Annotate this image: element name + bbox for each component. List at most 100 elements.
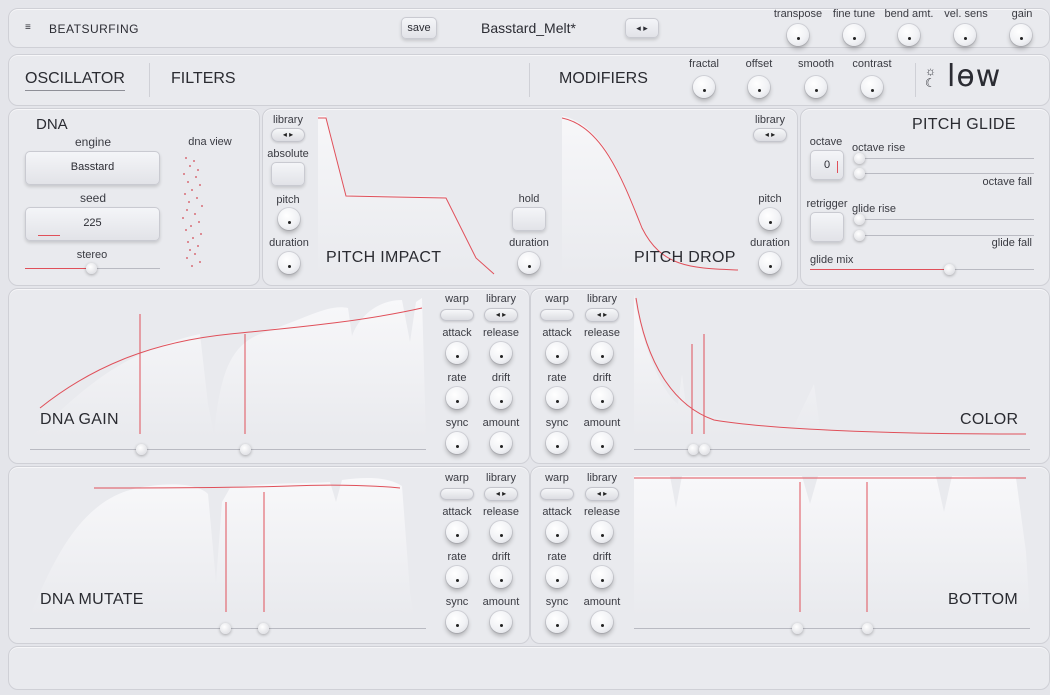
pitch-drop-pitch-label: pitch <box>758 193 782 205</box>
drift-label: drift <box>491 551 511 563</box>
pitch-impact-title: PITCH IMPACT <box>326 249 442 266</box>
color-range-start[interactable] <box>688 444 699 455</box>
hold-duration-knob[interactable] <box>518 252 540 274</box>
pitch-drop-library-arrows[interactable]: ◂ ▸ <box>753 128 787 142</box>
glide-mix-handle[interactable] <box>944 264 955 275</box>
octave-rise-handle[interactable] <box>854 153 865 164</box>
dna-gain-range-end[interactable] <box>240 444 251 455</box>
pitch-impact-duration-knob[interactable] <box>278 252 300 274</box>
dna-gain-drift-knob[interactable] <box>490 387 512 409</box>
color-attack-knob[interactable] <box>546 342 568 364</box>
octave-label: octave <box>809 136 843 148</box>
dna-mutate-rate-knob[interactable] <box>446 566 468 588</box>
bottom-amount-knob[interactable] <box>591 611 613 633</box>
dna-view-display <box>182 157 203 267</box>
preset-nav-button[interactable]: ◂ ▸ <box>625 18 659 38</box>
rate-label: rate <box>447 551 467 563</box>
bottom-range-start[interactable] <box>792 623 803 634</box>
seed-field[interactable]: 225 <box>25 207 160 241</box>
tab-oscillator[interactable]: OSCILLATOR <box>25 70 125 91</box>
bottom-sync-knob[interactable] <box>546 611 568 633</box>
color-release-knob[interactable] <box>591 342 613 364</box>
dna-mutate-release-knob[interactable] <box>490 521 512 543</box>
fractal-knob[interactable] <box>693 76 715 98</box>
pitch-drop-pitch-knob[interactable] <box>759 208 781 230</box>
glide-rise-handle[interactable] <box>854 214 865 225</box>
pitch-drop-duration-knob[interactable] <box>759 252 781 274</box>
color-drift-knob[interactable] <box>591 387 613 409</box>
bottom-warp-toggle[interactable] <box>540 488 574 500</box>
octave-stepper[interactable]: 0 <box>810 150 844 180</box>
absolute-toggle[interactable] <box>271 162 305 186</box>
tab-filters[interactable]: FILTERS <box>171 70 236 88</box>
hold-label: hold <box>518 193 540 205</box>
dna-mutate-drift-knob[interactable] <box>490 566 512 588</box>
pitch-impact-pitch-knob[interactable] <box>278 208 300 230</box>
hold-toggle[interactable] <box>512 207 546 231</box>
save-button[interactable]: save <box>401 17 437 39</box>
dna-gain-rate-knob[interactable] <box>446 387 468 409</box>
amount-label: amount <box>583 417 621 429</box>
transpose-label: transpose <box>773 8 823 20</box>
hamburger-icon[interactable]: ≡ <box>25 22 31 33</box>
dna-mutate-amount-knob[interactable] <box>490 611 512 633</box>
drift-label: drift <box>491 372 511 384</box>
dna-gain-library-arrows[interactable]: ◂ ▸ <box>484 308 518 322</box>
bend-amt-knob[interactable] <box>898 24 920 46</box>
dna-gain-amount-knob[interactable] <box>490 432 512 454</box>
dna-mutate-range-end[interactable] <box>258 623 269 634</box>
sun-moon-icon[interactable]: ☼ ☾ <box>925 65 936 89</box>
engine-selector[interactable]: Basstard <box>25 151 160 185</box>
dna-gain-sync-knob[interactable] <box>446 432 468 454</box>
glide-fall-handle[interactable] <box>854 230 865 241</box>
dna-gain-release-knob[interactable] <box>490 342 512 364</box>
color-warp-toggle[interactable] <box>540 309 574 321</box>
octave-fall-slider[interactable] <box>858 173 1034 174</box>
dna-mutate-library-arrows[interactable]: ◂ ▸ <box>484 487 518 501</box>
smooth-knob[interactable] <box>805 76 827 98</box>
offset-knob[interactable] <box>748 76 770 98</box>
octave-rise-slider[interactable] <box>858 158 1034 159</box>
dna-mutate-attack-knob[interactable] <box>446 521 468 543</box>
amount-label: amount <box>583 596 621 608</box>
bottom-library-arrows[interactable]: ◂ ▸ <box>585 487 619 501</box>
pitch-impact-library-arrows[interactable]: ◂ ▸ <box>271 128 305 142</box>
fine-tune-knob[interactable] <box>843 24 865 46</box>
dna-mutate-sync-knob[interactable] <box>446 611 468 633</box>
footer-strip <box>8 646 1050 690</box>
octave-fall-handle[interactable] <box>854 168 865 179</box>
dna-mutate-range-start[interactable] <box>220 623 231 634</box>
bottom-rate-knob[interactable] <box>546 566 568 588</box>
bottom-range-end[interactable] <box>862 623 873 634</box>
contrast-knob[interactable] <box>861 76 883 98</box>
seed-label: seed <box>79 191 107 205</box>
dna-gain-range-start[interactable] <box>136 444 147 455</box>
glide-rise-slider[interactable] <box>858 219 1034 220</box>
offset-label: offset <box>745 58 773 70</box>
dna-gain-warp-toggle[interactable] <box>440 309 474 321</box>
gain-knob[interactable] <box>1010 24 1032 46</box>
gain-label: gain <box>1011 8 1033 20</box>
vel-sens-knob[interactable] <box>954 24 976 46</box>
retrigger-toggle[interactable] <box>810 212 844 242</box>
rate-label: rate <box>447 372 467 384</box>
tab-modifiers[interactable]: MODIFIERS <box>559 70 648 88</box>
rate-label: rate <box>547 372 567 384</box>
color-range-end[interactable] <box>699 444 710 455</box>
color-rate-knob[interactable] <box>546 387 568 409</box>
glide-fall-slider[interactable] <box>858 235 1034 236</box>
vel-sens-label: vel. sens <box>944 8 988 20</box>
dna-gain-attack-knob[interactable] <box>446 342 468 364</box>
dna-mutate-warp-toggle[interactable] <box>440 488 474 500</box>
transpose-knob[interactable] <box>787 24 809 46</box>
preset-name[interactable]: Basstard_Melt* <box>481 20 576 36</box>
color-sync-knob[interactable] <box>546 432 568 454</box>
color-amount-knob[interactable] <box>591 432 613 454</box>
bottom-attack-knob[interactable] <box>546 521 568 543</box>
amount-label: amount <box>482 596 520 608</box>
stereo-slider-handle[interactable] <box>86 263 97 274</box>
color-library-arrows[interactable]: ◂ ▸ <box>585 308 619 322</box>
bottom-drift-knob[interactable] <box>591 566 613 588</box>
bottom-release-knob[interactable] <box>591 521 613 543</box>
dna-gain-range-track <box>30 449 426 450</box>
